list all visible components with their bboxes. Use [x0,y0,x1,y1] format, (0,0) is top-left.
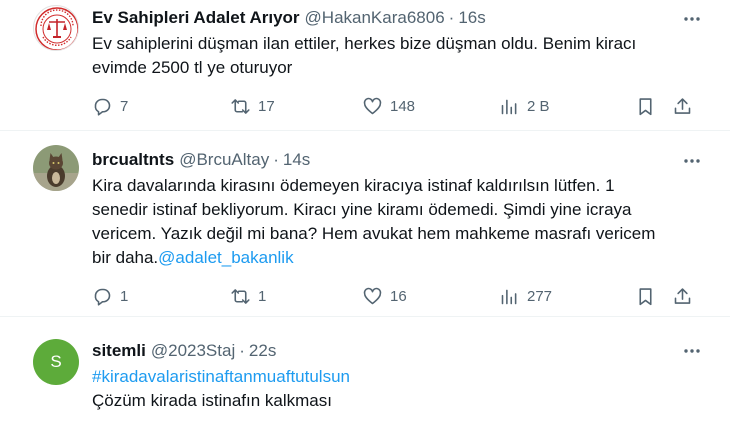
views-button[interactable]: 2 B [499,96,550,117]
views-button[interactable]: 277 [499,286,552,307]
more-icon[interactable] [682,9,702,29]
avatar[interactable]: S [33,339,79,385]
display-name[interactable]: sitemli [92,341,146,361]
like-count: 16 [390,288,407,305]
tweet-text: Ev sahiplerini düşman ilan ettiler, herk… [92,32,680,80]
reply-icon [94,98,111,116]
tweet-line: senedir istinaf bekliyorum. Kiracı yine … [92,200,632,219]
tweet-line: Ev sahiplerini düşman ilan ettiler, herk… [92,34,637,53]
reply-button[interactable]: 7 [92,96,128,117]
mention-link[interactable]: @adalet_bakanlik [158,248,293,267]
like-button[interactable]: 148 [362,96,415,117]
tweet-line: Kira davalarında kirasını ödemeyen kirac… [92,176,615,195]
user-handle[interactable]: @BrcuAltay [179,150,269,170]
bookmark-icon [639,288,652,306]
action-bar: 1 1 16 277 [92,286,702,308]
more-icon[interactable] [682,151,702,171]
share-button[interactable] [672,96,693,117]
display-name[interactable]: Ev Sahipleri Adalet Arıyor [92,8,300,28]
retweet-icon [231,99,250,114]
display-name[interactable]: brcualtnts [92,150,174,170]
hashtag-link[interactable]: #kiradavalaristinaftanmuaftutulsun [92,365,680,389]
retweet-icon [231,289,250,304]
timestamp[interactable]: 22s [249,341,276,361]
views-icon [501,289,517,305]
avatar[interactable] [33,145,79,191]
views-count: 2 B [527,98,550,115]
reply-icon [94,288,111,306]
bookmark-icon [639,98,652,116]
avatar-letter: S [50,352,62,371]
separator-dot: · [273,150,279,169]
like-count: 148 [390,98,416,115]
tweet-1[interactable]: Ev Sahipleri Adalet Arıyor @HakanKara680… [0,0,730,131]
views-icon [501,99,517,115]
tweet-line: vericem. Yazık değil mi bana? Hem avukat… [92,224,656,243]
timestamp[interactable]: 16s [458,8,485,28]
retweet-count: 17 [258,98,275,115]
like-icon [363,97,382,115]
user-handle[interactable]: @2023Staj [151,341,235,361]
tweet-3[interactable]: S sitemli @2023Staj · 22s #kiradavalaris… [0,317,730,422]
user-handle[interactable]: @HakanKara6806 [305,8,445,28]
reply-button[interactable]: 1 [92,286,128,307]
tweet-line-text: bir daha. [92,248,159,267]
retweet-button[interactable]: 17 [230,96,275,117]
bookmark-button[interactable] [635,286,656,307]
views-count: 277 [527,288,553,305]
timestamp[interactable]: 14s [283,150,310,170]
tweet-line: Çözüm kirada istinafın kalkması [92,391,332,410]
tweet-text: Kira davalarında kirasını ödemeyen kirac… [92,174,680,270]
retweet-count: 1 [258,288,267,305]
cat-photo [33,145,79,191]
more-icon[interactable] [682,341,702,361]
like-button[interactable]: 16 [362,286,407,307]
tweet-2[interactable]: brcualtnts @BrcuAltay · 14s Kira davalar… [0,131,730,317]
share-icon [674,288,691,304]
bookmark-button[interactable] [635,96,656,117]
like-icon [363,287,382,305]
tweet-line: bir daha.@adalet_bakanlik [92,246,680,270]
action-bar: 7 17 148 2 B [92,96,702,118]
scales-of-justice-logo [35,7,78,50]
tweet-line: evimde 2500 tl ye oturuyor [92,58,293,77]
avatar[interactable] [33,5,79,51]
reply-count: 7 [120,98,129,115]
share-icon [674,98,691,114]
reply-count: 1 [120,288,129,305]
retweet-button[interactable]: 1 [230,286,266,307]
separator-dot: · [448,8,455,27]
tweet-text: #kiradavalaristinaftanmuaftutulsun Çözüm… [92,365,680,413]
separator-dot: · [239,341,245,360]
share-button[interactable] [672,286,693,307]
